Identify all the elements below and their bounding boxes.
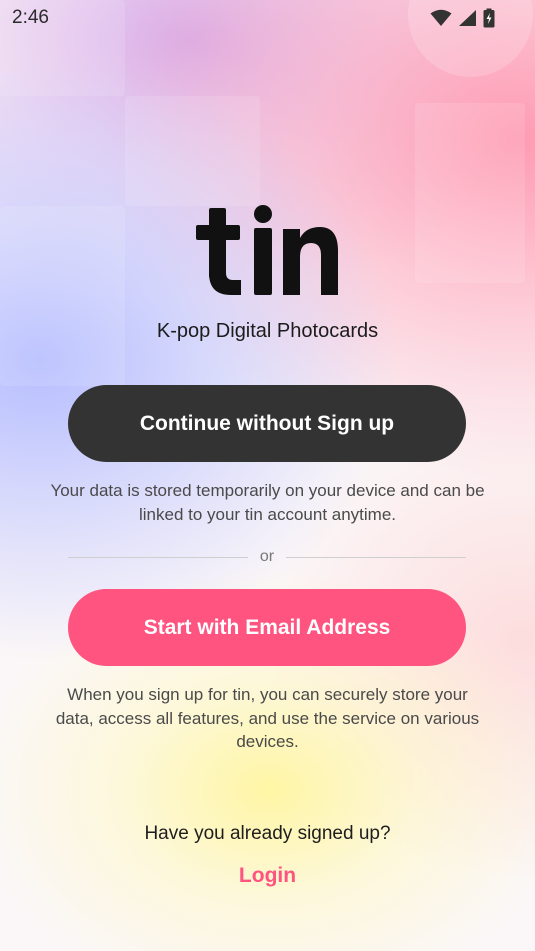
start-with-email-button[interactable]: Start with Email Address (68, 589, 466, 666)
login-link[interactable]: Login (239, 864, 296, 887)
tin-logo-icon (195, 205, 338, 295)
tagline: K-pop Digital Photocards (156, 320, 379, 342)
or-divider: or (68, 546, 466, 568)
wifi-icon (430, 9, 452, 32)
signal-icon (458, 9, 477, 32)
email-note: When you sign up for tin, you can secure… (55, 685, 480, 751)
battery-icon (483, 8, 495, 33)
signup-screen: 2:46 K-pop Digital Photocards Continue w… (0, 0, 535, 951)
login-link-container: Login (0, 864, 535, 888)
already-signed-up-text: Have you already signed up? (144, 823, 391, 844)
background-shape (125, 96, 260, 206)
continue-without-signup-button[interactable]: Continue without Sign up (68, 385, 466, 462)
status-bar: 2:46 (0, 0, 535, 36)
guest-note: Your data is stored temporarily on your … (50, 481, 485, 524)
app-logo (0, 205, 535, 300)
status-time: 2:46 (12, 7, 49, 28)
status-icons (430, 8, 495, 33)
divider-line (286, 557, 466, 558)
